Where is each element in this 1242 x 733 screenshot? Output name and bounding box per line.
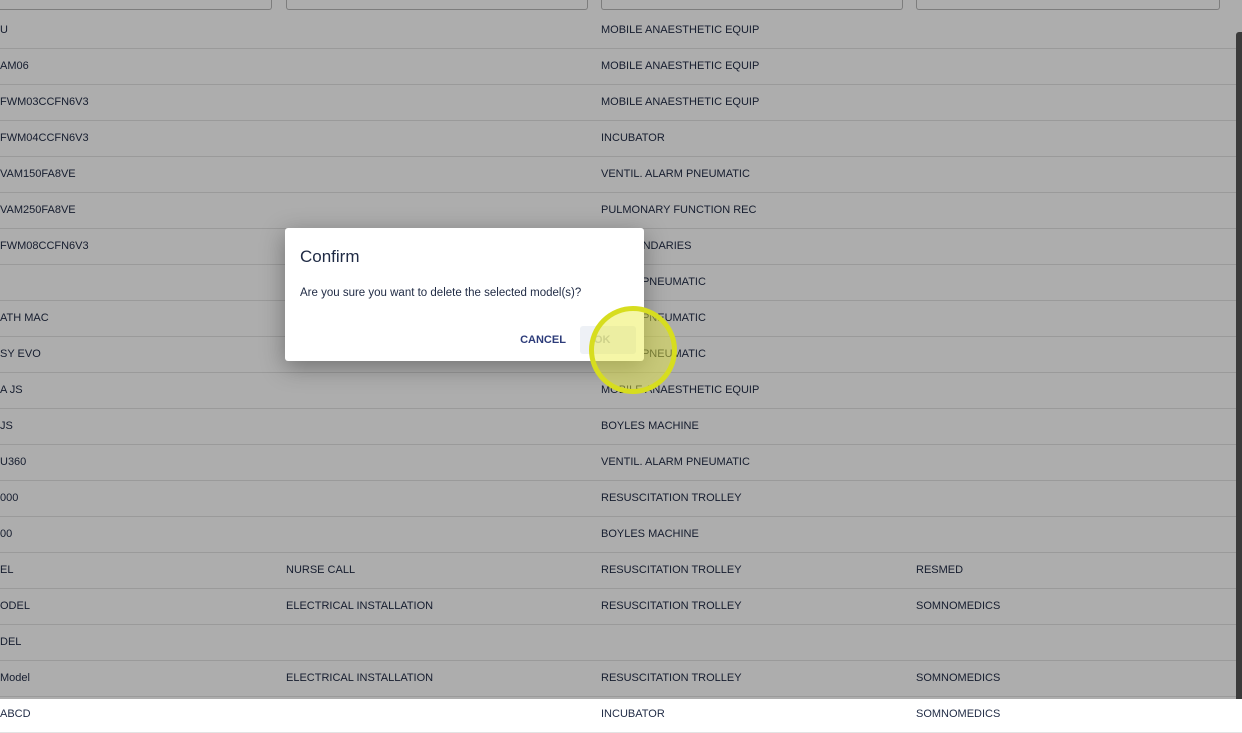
- table-cell-col3: INCUBATOR: [601, 708, 665, 720]
- table-cell-col4: SOMNOMEDICS: [916, 708, 1001, 720]
- dialog-message: Are you sure you want to delete the sele…: [300, 287, 582, 299]
- cancel-button[interactable]: CANCEL: [513, 327, 573, 353]
- table-row[interactable]: ABCD INCUBATOR SOMNOMEDICS: [0, 697, 1242, 733]
- scrollbar[interactable]: [1236, 32, 1242, 699]
- ok-button[interactable]: OK: [580, 326, 636, 354]
- table-cell-col1: ABCD: [0, 708, 31, 720]
- confirm-dialog: Confirm Are you sure you want to delete …: [285, 228, 644, 361]
- dialog-title: Confirm: [300, 247, 360, 266]
